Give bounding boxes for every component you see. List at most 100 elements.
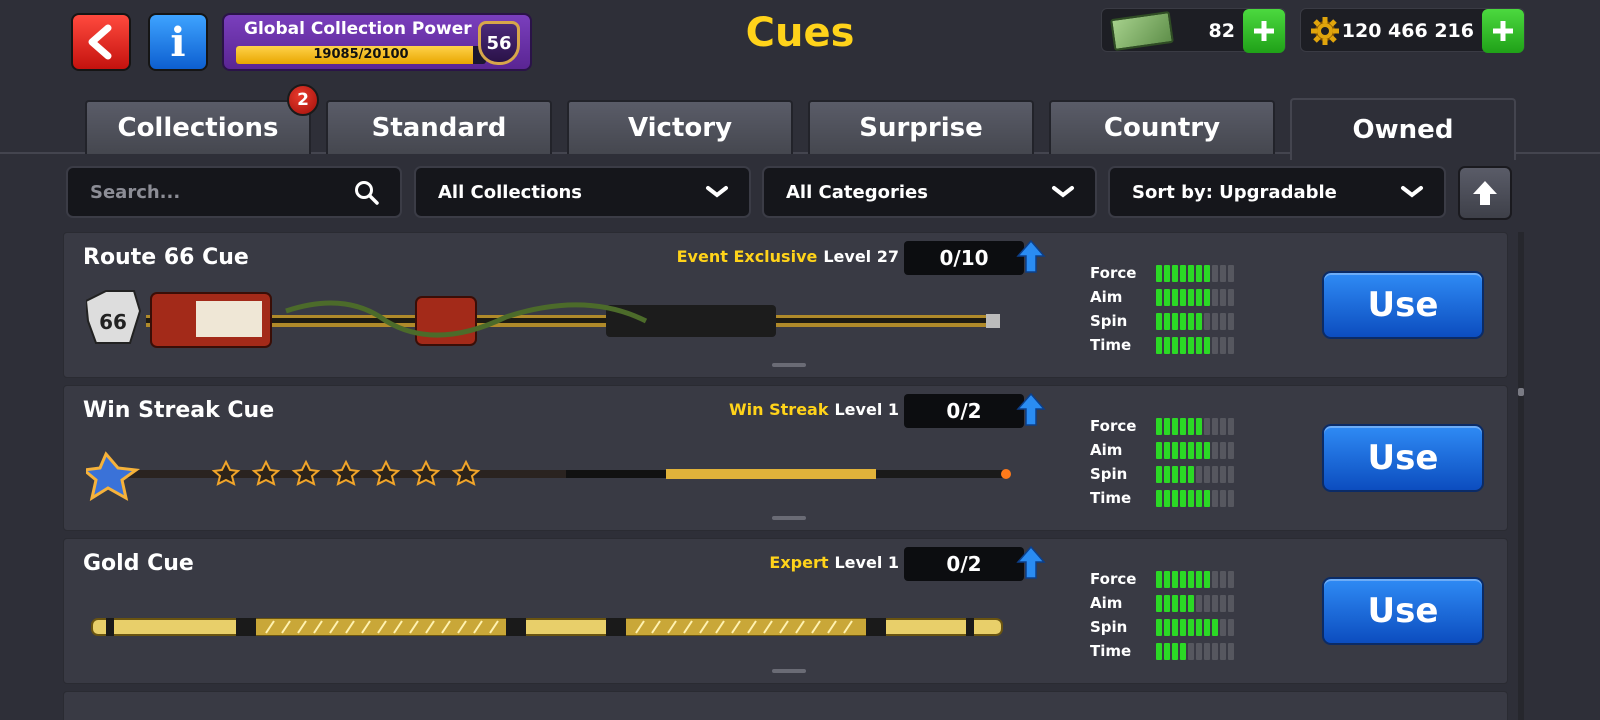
stat-segment: [1196, 642, 1202, 660]
stat-segment: [1204, 489, 1210, 507]
stat-bar: [1156, 288, 1234, 306]
stat-bar: [1156, 441, 1234, 459]
stat-segment: [1156, 642, 1162, 660]
stat-segment: [1188, 642, 1194, 660]
upgrade-arrow-icon[interactable]: [1016, 545, 1046, 581]
stat-aim: Aim: [1090, 591, 1234, 615]
stat-segment: [1188, 264, 1194, 282]
category-dropdown[interactable]: All Categories: [762, 166, 1097, 218]
cue-name: Gold Cue: [83, 551, 194, 576]
stat-segment: [1228, 288, 1234, 306]
add-coins-button[interactable]: [1482, 9, 1524, 53]
stat-segment: [1220, 594, 1226, 612]
stat-segment: [1188, 618, 1194, 636]
stat-segment: [1204, 618, 1210, 636]
stat-segment: [1196, 489, 1202, 507]
sort-direction-button[interactable]: [1458, 166, 1512, 220]
stat-segment: [1196, 312, 1202, 330]
stat-bar: [1156, 618, 1234, 636]
collection-dropdown-value: All Collections: [438, 181, 582, 203]
stat-segment: [1180, 441, 1186, 459]
use-cue-button[interactable]: Use: [1322, 271, 1484, 339]
cash-icon: [1110, 10, 1174, 52]
tab-victory[interactable]: Victory: [567, 100, 793, 154]
cue-category: Event Exclusive: [676, 247, 818, 266]
tab-owned[interactable]: Owned: [1290, 98, 1516, 160]
stat-aim: Aim: [1090, 438, 1234, 462]
stat-segment: [1188, 417, 1194, 435]
stat-label: Force: [1090, 570, 1137, 588]
info-button[interactable]: i: [148, 13, 208, 71]
upgrade-arrow-icon[interactable]: [1016, 392, 1046, 428]
back-button[interactable]: [71, 13, 131, 71]
stat-segment: [1172, 465, 1178, 483]
chevron-down-icon: [706, 186, 728, 198]
cue-row: Gold Cue Expert Level 1 0/2 Force Aim Spi…: [63, 538, 1508, 684]
stat-segment: [1180, 465, 1186, 483]
stat-segment: [1156, 441, 1162, 459]
stat-segment: [1228, 336, 1234, 354]
stat-segment: [1180, 264, 1186, 282]
chevron-down-icon: [1052, 186, 1074, 198]
search-field[interactable]: Search...: [66, 166, 402, 218]
stat-segment: [1212, 570, 1218, 588]
stat-segment: [1164, 417, 1170, 435]
stat-segment: [1204, 441, 1210, 459]
stat-segment: [1172, 570, 1178, 588]
plus-icon: [1493, 21, 1513, 41]
cue-name: Win Streak Cue: [83, 398, 275, 423]
stat-segment: [1164, 264, 1170, 282]
tab-standard[interactable]: Standard: [326, 100, 552, 154]
stat-force: Force: [1090, 261, 1234, 285]
stat-segment: [1212, 594, 1218, 612]
page-title: Cues: [745, 10, 855, 56]
row-drag-handle: [772, 516, 806, 520]
sort-dropdown[interactable]: Sort by: Upgradable: [1108, 166, 1446, 218]
upgrade-progress: 0/10: [904, 241, 1024, 275]
scrollbar-thumb[interactable]: [1518, 388, 1524, 396]
upgrade-arrow-icon[interactable]: [1016, 239, 1046, 275]
stat-segment: [1180, 288, 1186, 306]
stat-segment: [1172, 441, 1178, 459]
cue-row: Win Streak Cue Win Streak Level 1 0/2 For…: [63, 385, 1508, 531]
cue-stats: Force Aim Spin Time: [1090, 414, 1234, 510]
stat-segment: [1212, 489, 1218, 507]
tab-country[interactable]: Country: [1049, 100, 1275, 154]
scrollbar-track[interactable]: [1518, 232, 1524, 720]
stat-segment: [1172, 336, 1178, 354]
global-collection-power[interactable]: Global Collection Power 19085/20100 56: [222, 13, 532, 71]
cue-level: Level 1: [834, 553, 899, 572]
stat-segment: [1164, 594, 1170, 612]
stat-segment: [1164, 312, 1170, 330]
stat-segment: [1196, 417, 1202, 435]
stat-time: Time: [1090, 639, 1234, 663]
collection-dropdown[interactable]: All Collections: [414, 166, 751, 218]
use-cue-button[interactable]: Use: [1322, 424, 1484, 492]
stat-segment: [1172, 618, 1178, 636]
stat-label: Aim: [1090, 594, 1123, 612]
stat-time: Time: [1090, 333, 1234, 357]
win-streak-cue-image: [86, 451, 1011, 502]
stat-segment: [1204, 417, 1210, 435]
add-cash-button[interactable]: [1243, 9, 1285, 53]
stat-segment: [1188, 570, 1194, 588]
stat-segment: [1156, 489, 1162, 507]
stat-segment: [1220, 441, 1226, 459]
search-icon[interactable]: [354, 180, 380, 206]
stat-segment: [1228, 264, 1234, 282]
stat-segment: [1204, 594, 1210, 612]
stat-segment: [1156, 465, 1162, 483]
stat-label: Spin: [1090, 618, 1128, 636]
stat-label: Spin: [1090, 465, 1128, 483]
stat-label: Time: [1090, 336, 1132, 354]
stat-segment: [1204, 642, 1210, 660]
stat-segment: [1228, 570, 1234, 588]
coin-gear-icon: [1311, 17, 1339, 45]
stat-segment: [1164, 489, 1170, 507]
stat-segment: [1228, 594, 1234, 612]
use-cue-button[interactable]: Use: [1322, 577, 1484, 645]
stat-segment: [1196, 594, 1202, 612]
stat-segment: [1172, 288, 1178, 306]
tab-collections[interactable]: Collections: [85, 100, 311, 154]
tab-surprise[interactable]: Surprise: [808, 100, 1034, 154]
